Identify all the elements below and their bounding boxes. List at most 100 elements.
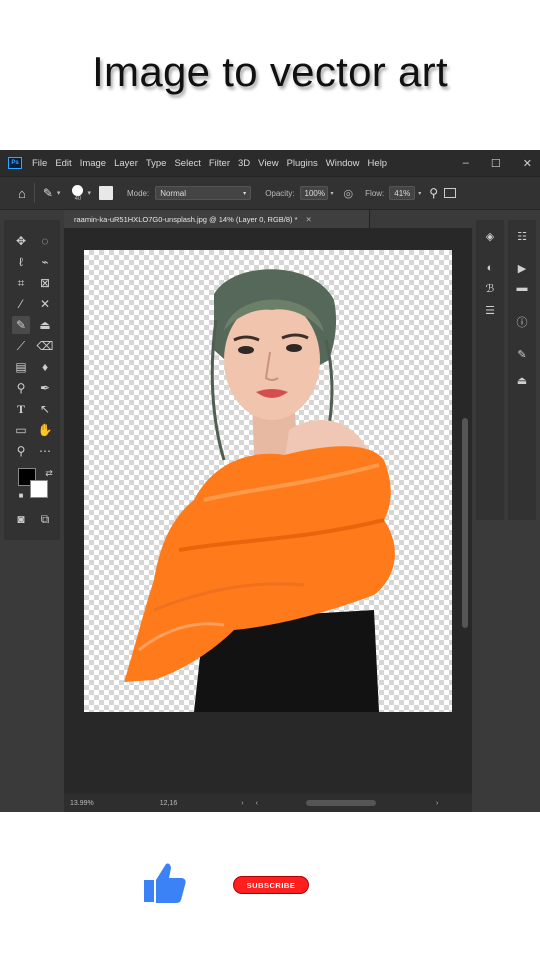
- info-icon[interactable]: ⓘ: [508, 312, 536, 332]
- menu-plugins[interactable]: Plugins: [287, 158, 318, 169]
- document-canvas[interactable]: [84, 250, 452, 712]
- menu-filter[interactable]: Filter: [209, 158, 230, 169]
- gradient-icon[interactable]: ▤: [12, 358, 30, 376]
- rectangle-icon[interactable]: ▭: [12, 421, 30, 439]
- path-selection-icon[interactable]: ↖: [36, 400, 54, 418]
- chevron-down-icon[interactable]: ▾: [418, 190, 421, 197]
- vertical-scrollbar[interactable]: [462, 418, 468, 628]
- menu-view[interactable]: View: [258, 158, 278, 169]
- menu-bar: Ps File Edit Image Layer Type Select Fil…: [0, 150, 540, 176]
- zoom-icon[interactable]: ⚲: [12, 442, 30, 460]
- menu-file[interactable]: File: [32, 158, 47, 169]
- opacity-field[interactable]: 100%: [299, 186, 328, 200]
- brush-settings-panel-icon[interactable]: ✎: [508, 344, 536, 364]
- quick-selection-icon[interactable]: ⌁: [36, 253, 54, 271]
- workspace-icon[interactable]: [444, 188, 457, 198]
- mode-label: Mode:: [126, 188, 150, 198]
- chevron-down-icon: ▾: [243, 190, 247, 197]
- brush-settings-icon[interactable]: [98, 186, 113, 200]
- eyedropper-icon[interactable]: ⁄: [12, 295, 30, 313]
- brush-size-value: 40: [74, 195, 82, 202]
- healing-icon[interactable]: ✕: [36, 295, 54, 313]
- channels-icon[interactable]: ℬ: [476, 278, 504, 298]
- pen-icon[interactable]: ✒: [36, 379, 54, 397]
- properties-icon[interactable]: ☰: [476, 300, 504, 320]
- scroll-left-icon[interactable]: ‹: [256, 800, 258, 807]
- comment-icon[interactable]: ▬: [508, 278, 536, 298]
- options-bar: ⌂ ✎ ▾ 40 ▾ Mode: Normal ▾ Opacity: 100% …: [0, 176, 540, 210]
- status-bar: 13.99% 12,16 › ‹ ›: [64, 794, 472, 812]
- swap-colors-icon[interactable]: ⇄: [40, 464, 58, 482]
- text-icon[interactable]: T: [12, 400, 30, 418]
- flow-label: Flow:: [365, 188, 385, 198]
- chevron-down-icon[interactable]: ▾: [331, 190, 334, 197]
- panel-strip-right: ☷ ▶ ▬ ⓘ ✎ ⏏: [508, 220, 536, 520]
- brush-tool-icon[interactable]: ✎: [12, 316, 30, 334]
- sliders-icon[interactable]: ☷: [508, 226, 536, 246]
- ellipse-marquee-icon[interactable]: ◌: [36, 232, 54, 250]
- search-icon[interactable]: ⚲: [429, 186, 438, 200]
- menu-type[interactable]: Type: [146, 158, 167, 169]
- eraser-icon[interactable]: ⌫: [36, 337, 54, 355]
- move-tool-icon[interactable]: ✥: [12, 232, 30, 250]
- close-icon[interactable]: ✕: [523, 157, 532, 170]
- menu-select[interactable]: Select: [174, 158, 200, 169]
- dodge-icon[interactable]: ⚲: [12, 379, 30, 397]
- flow-field[interactable]: 41%: [389, 186, 416, 200]
- brush-preset-picker[interactable]: 40: [72, 184, 84, 202]
- opacity-value: 100%: [304, 188, 325, 198]
- chevron-down-icon[interactable]: ▾: [57, 189, 61, 197]
- more-tools-icon[interactable]: ⋯: [36, 442, 54, 460]
- background-color-swatch[interactable]: [30, 480, 48, 498]
- stamp-icon[interactable]: ⏏: [36, 316, 54, 334]
- blur-icon[interactable]: ♦: [36, 358, 54, 376]
- menu-help[interactable]: Help: [368, 158, 388, 169]
- panel-strip-left: ◈ ◐ ℬ ☰: [476, 220, 504, 520]
- layers-icon[interactable]: ◈: [476, 226, 504, 246]
- document-tab-title: raamin-ka-uR51HXLO7G0-unsplash.jpg @ 14%…: [74, 214, 298, 224]
- play-icon[interactable]: ▶: [508, 258, 536, 278]
- right-eye: [286, 344, 302, 352]
- crop-icon[interactable]: ⌗: [12, 274, 30, 292]
- subscribe-button[interactable]: SUBSCRIBE: [233, 876, 309, 894]
- quick-mask-icon[interactable]: ◙: [12, 510, 30, 528]
- hand-icon[interactable]: ✋: [36, 421, 54, 439]
- vector-portrait: [124, 269, 395, 712]
- canvas-area[interactable]: [64, 228, 472, 794]
- adjustments-icon[interactable]: ◐: [476, 258, 504, 278]
- tools-panel: ✥ ◌ ℓ ⌁ ⌗ ⊠ ⁄ ✕ ✎ ⏏ ⟋ ⌫ ▤ ♦ ⚲ ✒ T ↖ ▭ ✋ …: [4, 220, 60, 540]
- menu-edit[interactable]: Edit: [55, 158, 71, 169]
- flow-value: 41%: [394, 188, 411, 198]
- tab-document[interactable]: raamin-ka-uR51HXLO7G0-unsplash.jpg @ 14%…: [64, 210, 370, 228]
- clone-source-icon[interactable]: ⏏: [508, 370, 536, 390]
- opacity-label: Opacity:: [265, 188, 295, 198]
- scroll-right-icon[interactable]: ›: [436, 800, 438, 807]
- pressure-opacity-icon[interactable]: ◎: [344, 187, 354, 200]
- close-icon[interactable]: ✕: [306, 215, 312, 224]
- menu-image[interactable]: Image: [80, 158, 106, 169]
- status-menu-icon[interactable]: ›: [241, 800, 243, 807]
- chevron-down-icon[interactable]: ▾: [87, 189, 91, 197]
- brush-tip-icon: [72, 184, 84, 196]
- menu-layer[interactable]: Layer: [114, 158, 138, 169]
- lasso-icon[interactable]: ℓ: [12, 253, 30, 271]
- brush-icon[interactable]: ✎: [43, 186, 53, 200]
- left-eye: [238, 346, 254, 354]
- minimize-icon[interactable]: –: [463, 157, 469, 169]
- home-icon[interactable]: ⌂: [18, 186, 26, 201]
- thumbs-up-icon[interactable]: [140, 858, 190, 908]
- menu-3d[interactable]: 3D: [238, 158, 250, 169]
- default-colors-icon[interactable]: ■: [12, 486, 30, 504]
- horizontal-scrollbar[interactable]: [305, 800, 376, 806]
- mode-value: Normal: [160, 188, 186, 198]
- menu-window[interactable]: Window: [326, 158, 360, 169]
- maximize-icon[interactable]: ☐: [491, 157, 501, 170]
- frame-icon[interactable]: ⊠: [36, 274, 54, 292]
- history-brush-icon[interactable]: ⟋: [12, 337, 30, 355]
- status-info: 12,16: [159, 799, 178, 807]
- photoshop-logo-icon: Ps: [8, 157, 22, 169]
- photoshop-window: Ps File Edit Image Layer Type Select Fil…: [0, 150, 540, 812]
- zoom-level[interactable]: 13.99%: [70, 800, 94, 807]
- mode-select[interactable]: Normal ▾: [155, 186, 252, 200]
- screen-mode-icon[interactable]: ⧉: [36, 510, 54, 528]
